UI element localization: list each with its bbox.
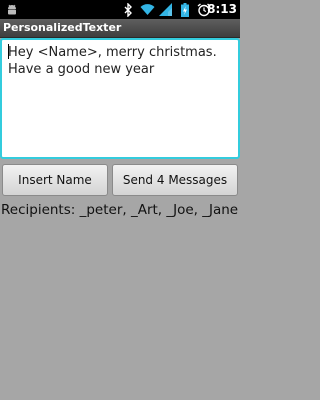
message-input[interactable]: Hey <Name>, merry christmas. Have a good… xyxy=(0,38,240,159)
status-clock: 8:13 xyxy=(207,2,237,16)
insert-name-button[interactable]: Insert Name xyxy=(2,164,108,196)
battery-icon xyxy=(181,2,189,17)
signal-icon xyxy=(159,2,172,17)
bluetooth-icon xyxy=(123,2,133,17)
android-debug-icon xyxy=(6,2,18,17)
wifi-icon xyxy=(140,2,155,17)
app-title: PersonalizedTexter xyxy=(3,21,122,34)
send-messages-button[interactable]: Send 4 Messages xyxy=(112,164,238,196)
recipients-label: Recipients: _peter, _Art, _Joe, _Jane xyxy=(1,202,239,218)
app-title-bar: PersonalizedTexter xyxy=(0,19,240,38)
status-bar: 8:13 xyxy=(0,0,240,19)
message-text: Hey <Name>, merry christmas. Have a good… xyxy=(8,45,221,77)
